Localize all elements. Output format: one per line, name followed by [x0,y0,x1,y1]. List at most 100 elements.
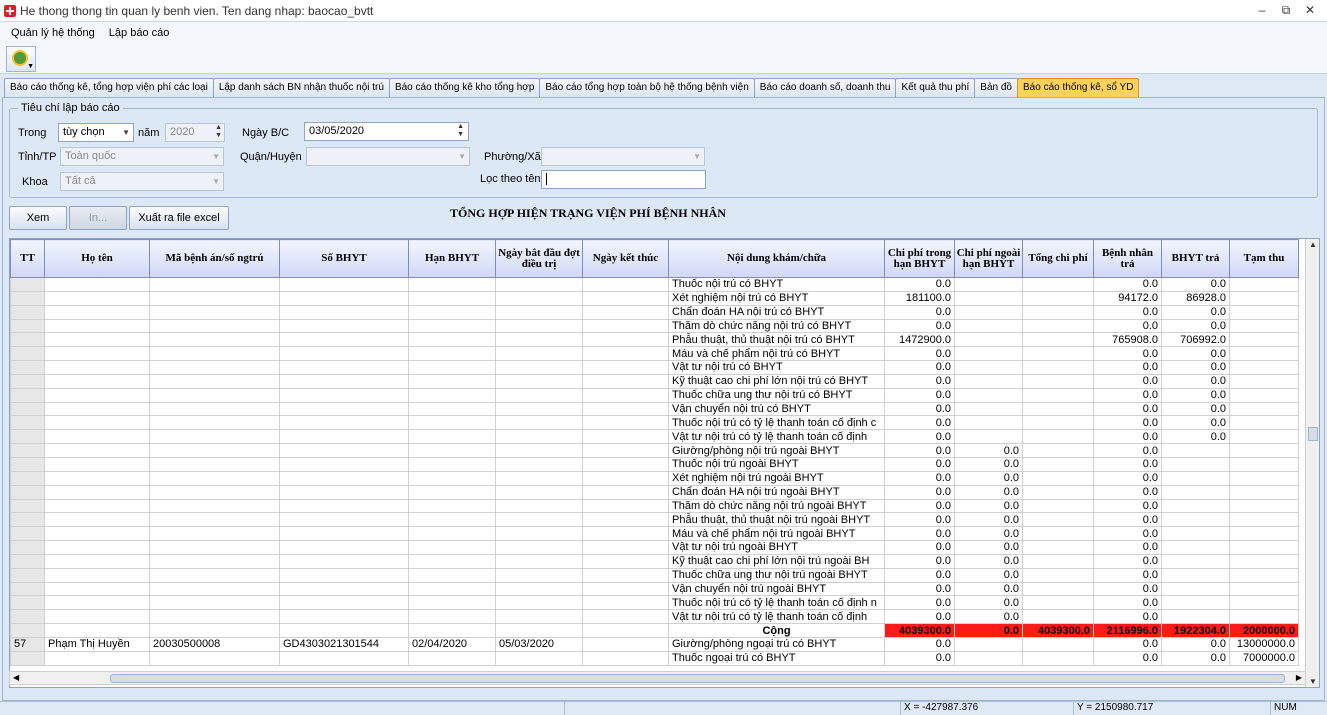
cell-bhyt-tra: 0.0 [1161,360,1230,375]
table-row[interactable]: Thuốc chữa ung thư nội trú ngoài BHYT 0.0… [10,567,1299,583]
horizontal-scrollbar[interactable]: ◀ ▶ [9,671,1306,685]
table-row[interactable]: Thuốc nội trú ngoài BHYT 0.0 0.0 0.0 [10,456,1299,472]
table-row[interactable]: Kỹ thuật cao chi phí lớn nội trú ngoài B… [10,553,1299,569]
column-header-chi-phi-ngoai-han[interactable]: Chi phí ngoài hạn BHYT [954,239,1023,278]
province-select[interactable]: Toàn quốc ▼ [60,147,224,166]
ward-select[interactable]: ▼ [541,147,705,166]
period-select[interactable]: tùy chọn ▼ [58,123,134,142]
cell-ho-ten [44,277,150,292]
table-row[interactable]: Vật tư nội trú có BHYT 0.0 0.0 0.0 [10,360,1299,375]
table-row[interactable]: Giường/phòng nội trú ngoài BHYT 0.0 0.0 0.0 [10,443,1299,458]
chevron-down-icon: ▼ [212,152,220,161]
cell-bhyt-tra: 0.0 [1161,277,1230,292]
column-header-han-bhyt[interactable]: Hạn BHYT [408,239,496,278]
name-filter-input[interactable] [541,170,706,189]
export-excel-button[interactable]: Xuất ra file excel [129,206,229,230]
column-header-tt[interactable]: TT [10,239,45,278]
scroll-right-icon[interactable]: ▶ [1296,672,1302,684]
minimize-button[interactable]: – [1251,2,1273,18]
cell-noi-dung: Vật tư nội trú có tỷ lệ thanh toán cố đị… [668,429,885,445]
table-row[interactable]: Vận chuyển nội trú ngoài BHYT 0.0 0.0 0.0 [10,581,1299,597]
table-row[interactable]: Máu và chế phẩm nội trú có BHYT 0.0 0.0 0.0 [10,346,1299,362]
vertical-scrollbar[interactable]: ▲ ▼ [1305,239,1319,687]
cell-tam-thu: 13000000.0 [1229,636,1299,652]
cell-ngay-ket-thuc [582,595,669,611]
tab-ban-do[interactable]: Bản đồ [974,78,1018,97]
cell-bhyt-tra [1161,443,1230,458]
department-select[interactable]: Tất cả ▼ [60,172,224,191]
cell-ngay-bat-dau [495,332,583,348]
cell-bhyt-tra: 0.0 [1161,373,1230,389]
table-row[interactable]: Vật tư nội trú có tỷ lệ thanh toán cố đị… [10,609,1299,625]
scroll-up-icon[interactable]: ▲ [1306,240,1319,249]
cell-tt [10,526,45,542]
column-header-tam-thu[interactable]: Tạm thu [1229,239,1299,278]
column-header-ngay-ket-thuc[interactable]: Ngày kết thúc [582,239,669,278]
table-row[interactable]: Phẫu thuật, thủ thuật nội trú ngoài BHYT… [10,512,1299,528]
restore-button[interactable]: ⧉ [1275,2,1297,18]
table-row[interactable]: Xét nghiệm nội trú có BHYT 181100.0 94172.… [10,290,1299,306]
district-select[interactable]: ▼ [306,147,470,166]
column-header-tong-chi-phi[interactable]: Tổng chi phí [1022,239,1094,278]
table-row[interactable]: Thuốc nội trú có BHYT 0.0 0.0 0.0 [10,277,1299,292]
cell-chi-phi-trong-han: 0.0 [884,553,955,569]
column-header-ho-ten[interactable]: Họ tên [44,239,150,278]
table-row[interactable]: Kỹ thuật cao chi phí lớn nội trú có BHYT… [10,373,1299,389]
window-title: He thong thong tin quan ly benh vien. Te… [20,3,374,18]
table-row[interactable]: Xét nghiệm nội trú ngoài BHYT 0.0 0.0 0.0 [10,470,1299,486]
cell-ho-ten [44,595,150,611]
cell-chi-phi-ngoai-han [954,346,1023,362]
cell-bhyt-tra: 0.0 [1161,318,1230,334]
tab-so-yd[interactable]: Báo cáo thống kê, sổ YD [1017,78,1140,97]
total-row[interactable]: Cộng 4039300.0 0.0 4039300.0 2116996.0 192230… [10,623,1299,638]
tab-ket-qua-thu-phi[interactable]: Kết quả thu phí [895,78,976,97]
cell-chi-phi-ngoai-han [954,415,1023,431]
table-row[interactable]: Thuốc nội trú có tỷ lệ thanh toán cố địn… [10,415,1299,431]
column-header-bhyt-tra[interactable]: BHYT trả [1161,239,1230,278]
cell-tam-thu [1229,512,1299,528]
tab-doanh-so[interactable]: Báo cáo doanh số, doanh thu [753,78,897,97]
cell-chi-phi-ngoai-han [954,277,1023,292]
column-header-noi-dung[interactable]: Nội dung khám/chữa [668,239,885,278]
patient-row[interactable]: Thuốc ngoại trú có BHYT 0.0 0.0 0.0 7000000.… [10,650,1299,666]
menu-system[interactable]: Quản lý hệ thống [4,27,102,39]
print-button[interactable]: In... [69,206,127,230]
close-button[interactable]: ✕ [1299,2,1321,18]
column-header-benh-nhan-tra[interactable]: Bệnh nhân trả [1093,239,1162,278]
table-row[interactable]: Chẩn đoán HA nội trú ngoài BHYT 0.0 0.0 0.0 [10,484,1299,500]
menu-reports[interactable]: Lập báo cáo [102,27,177,39]
scroll-left-icon[interactable]: ◀ [13,672,19,684]
column-header-so-bhyt[interactable]: Số BHYT [279,239,409,278]
table-row[interactable]: Phẫu thuật, thủ thuật nội trú có BHYT 147… [10,332,1299,348]
patient-row[interactable]: 57 Phạm Thị Huyền 20030500008 GD43030213015… [10,636,1299,652]
cell-benh-nhan-tra: 0.0 [1093,650,1162,666]
year-spinner[interactable]: 2020 ▲ ▼ [165,123,225,142]
scroll-down-icon[interactable]: ▼ [1306,677,1319,686]
view-button[interactable]: Xem [9,206,67,230]
column-header-ngay-bat-dau[interactable]: Ngày bắt đầu đợt điều trị [495,239,583,278]
scroll-thumb[interactable] [1308,427,1318,441]
tab-kho-tong-hop[interactable]: Báo cáo thống kê kho tổng hợp [388,78,541,97]
report-grid[interactable]: TT Họ tên Mã bệnh án/số ngtrú Số BHYT Hạn BH… [9,238,1320,688]
tab-vien-phi[interactable]: Báo cáo thống kê, tổng hợp viện phí các … [4,78,214,97]
cell-tam-thu [1229,373,1299,389]
table-row[interactable]: Thuốc chữa ung thư nội trú có BHYT 0.0 0.0… [10,387,1299,403]
table-row[interactable]: Chẩn đoán HA nội trú có BHYT 0.0 0.0 0.0 [10,304,1299,320]
hscroll-thumb[interactable] [110,674,1285,683]
table-row[interactable]: Thăm dò chức năng nội trú có BHYT 0.0 0.0 0… [10,318,1299,334]
tab-toan-bo-he-thong[interactable]: Báo cáo tổng hợp toàn bộ hệ thống bệnh v… [539,78,755,97]
tools-button[interactable]: ▼ [6,46,36,72]
table-row[interactable]: Vật tư nội trú có tỷ lệ thanh toán cố đị… [10,429,1299,445]
table-row[interactable]: Máu và chế phẩm nội trú ngoài BHYT 0.0 0.0… [10,526,1299,542]
column-header-ma-benh-an[interactable]: Mã bệnh án/số ngtrú [149,239,280,278]
table-row[interactable]: Thuốc nội trú có tỷ lệ thanh toán cố địn… [10,595,1299,611]
table-row[interactable]: Vật tư nội trú ngoài BHYT 0.0 0.0 0.0 [10,540,1299,555]
cell-chi-phi-ngoai-han [954,650,1023,666]
table-row[interactable]: Thăm dò chức năng nội trú ngoài BHYT 0.0 0… [10,498,1299,514]
cell-noi-dung: Thuốc nội trú ngoài BHYT [668,456,885,472]
table-row[interactable]: Vận chuyển nội trú có BHYT 0.0 0.0 0.0 [10,401,1299,417]
tab-thuoc-noi-tru[interactable]: Lập danh sách BN nhận thuốc nội trú [212,78,390,97]
column-header-chi-phi-trong-han[interactable]: Chi phí trong hạn BHYT [884,239,955,278]
cell-ngay-bat-dau [495,553,583,569]
report-date-picker[interactable]: 03/05/2020 ▲ ▼ [304,122,469,141]
